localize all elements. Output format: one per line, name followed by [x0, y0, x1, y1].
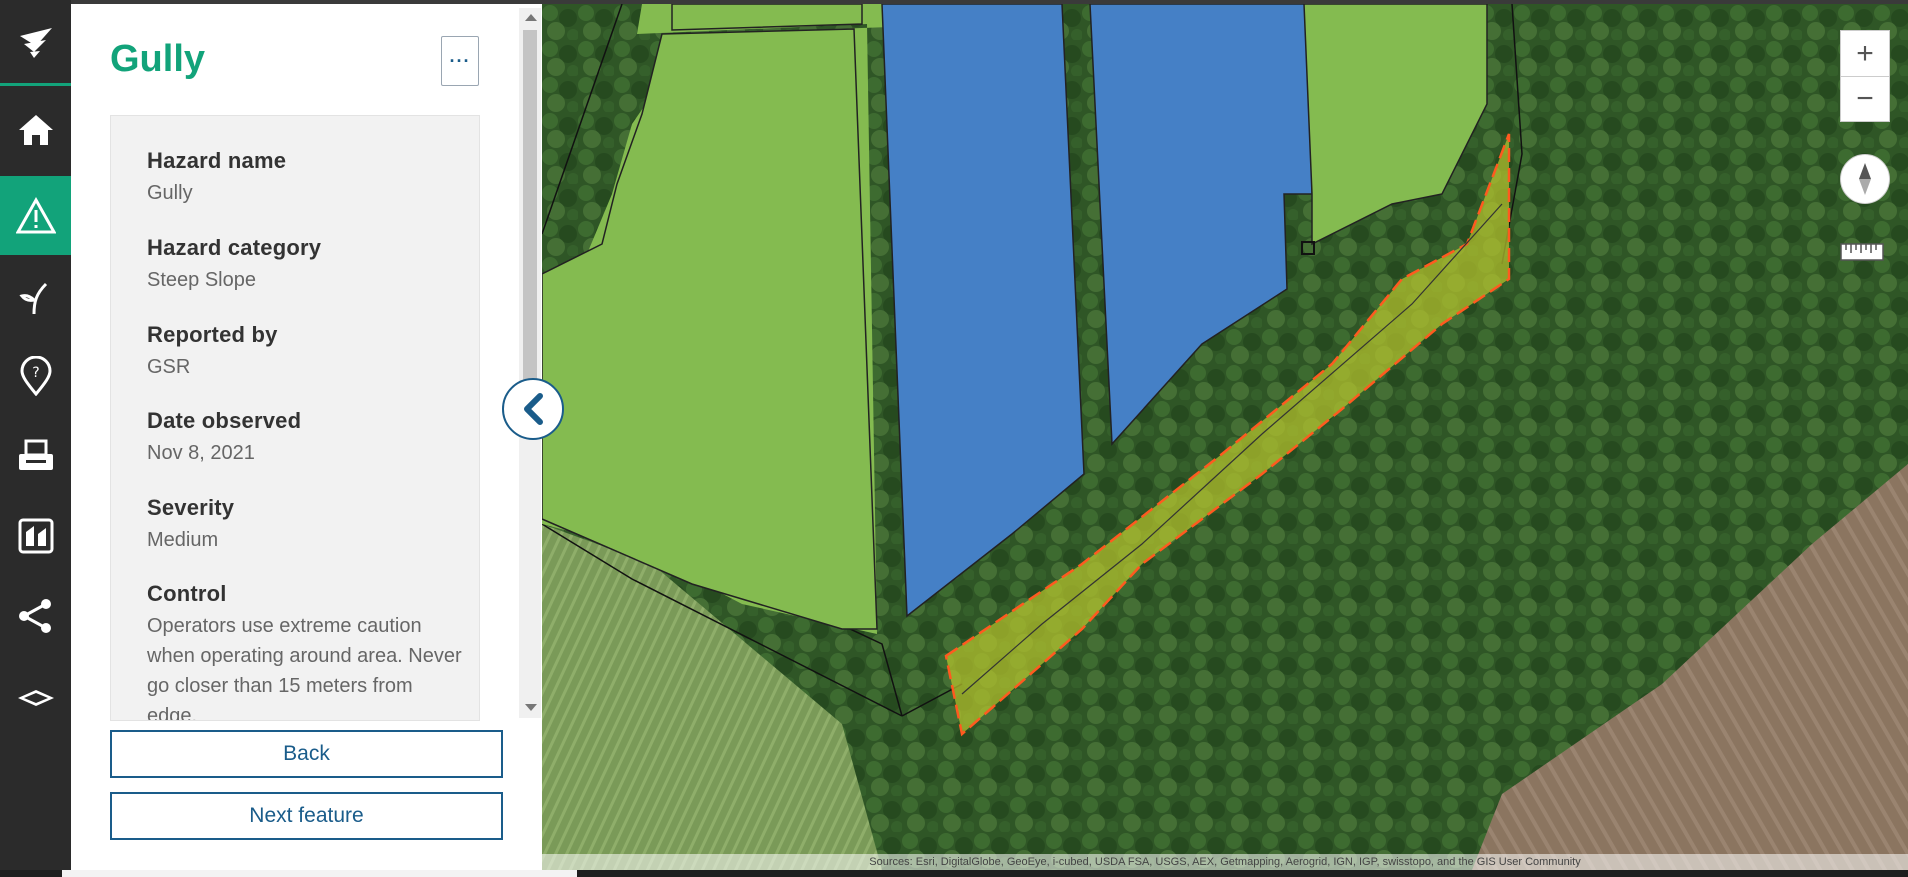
nav-share[interactable] — [0, 576, 71, 655]
field-value: Gully — [147, 182, 193, 204]
nav-help-location[interactable]: ? — [0, 336, 71, 415]
field-value: Operators use extreme caution when opera… — [147, 615, 462, 721]
satellite-basemap — [542, 4, 1908, 870]
layers-icon — [17, 689, 54, 706]
field-hazard-name: Hazard name Gully — [147, 148, 467, 208]
field-value: Steep Slope — [147, 269, 256, 291]
field-severity: Severity Medium — [147, 495, 467, 555]
nav-home[interactable] — [0, 90, 71, 169]
zoom-in-button[interactable]: + — [1840, 30, 1890, 76]
nav-report[interactable] — [0, 496, 71, 575]
hazard-warning-icon — [15, 196, 56, 233]
panel-title: Gully — [110, 38, 206, 80]
location-help-icon: ? — [19, 355, 52, 396]
chevron-left-icon — [524, 393, 543, 425]
svg-text:?: ? — [32, 365, 39, 381]
scroll-thumb[interactable] — [523, 30, 537, 390]
logo-button[interactable] — [0, 4, 71, 83]
nav-hazards[interactable] — [0, 176, 71, 255]
more-options-button[interactable]: ··· — [441, 36, 479, 86]
field-date-observed: Date observed Nov 8, 2021 — [147, 408, 467, 468]
bottom-bar-segment — [62, 870, 577, 877]
collapse-panel-button[interactable] — [502, 378, 564, 440]
scroll-up-arrow-icon[interactable] — [525, 14, 537, 21]
field-label: Hazard category — [147, 235, 322, 260]
rail-separator — [0, 83, 71, 86]
field-label: Date observed — [147, 408, 302, 433]
share-icon — [18, 598, 51, 633]
logo-icon — [19, 27, 52, 58]
panel-scrollbar[interactable] — [519, 8, 541, 718]
feature-panel: Gully ··· Hazard name Gully Hazard categ… — [71, 4, 542, 870]
field-value: Nov 8, 2021 — [147, 442, 255, 464]
print-icon — [18, 439, 53, 470]
field-value: GSR — [147, 356, 191, 378]
field-value: Medium — [147, 529, 219, 551]
zoom-out-button[interactable]: − — [1840, 76, 1890, 122]
feature-details-card: Hazard name Gully Hazard category Steep … — [110, 115, 480, 721]
compass-icon — [1859, 163, 1871, 195]
ruler-icon — [1840, 243, 1884, 261]
field-label: Reported by — [147, 322, 278, 347]
home-icon — [18, 114, 53, 145]
field-hazard-category: Hazard category Steep Slope — [147, 235, 467, 295]
field-label: Hazard name — [147, 148, 287, 173]
field-label: Severity — [147, 495, 235, 520]
nav-layers[interactable] — [0, 656, 71, 735]
nav-crops[interactable] — [0, 256, 71, 335]
scroll-down-arrow-icon[interactable] — [525, 704, 537, 711]
map-attribution: Sources: Esri, DigitalGlobe, GeoEye, i-c… — [542, 854, 1908, 870]
nav-print[interactable] — [0, 416, 71, 495]
compass-button[interactable] — [1840, 154, 1890, 204]
bottom-bar — [0, 870, 1908, 877]
measure-button[interactable] — [1840, 240, 1884, 262]
field-reported-by: Reported by GSR — [147, 322, 467, 382]
map-view[interactable]: + − Sources: Esri, DigitalGlobe, GeoEye,… — [542, 4, 1908, 870]
report-icon — [18, 518, 53, 553]
plant-icon — [18, 282, 47, 314]
field-label: Control — [147, 581, 227, 606]
next-feature-button[interactable]: Next feature — [110, 792, 503, 840]
nav-rail: ? — [0, 0, 71, 877]
back-button[interactable]: Back — [110, 730, 503, 778]
field-control: Control Operators use extreme caution wh… — [147, 581, 467, 721]
